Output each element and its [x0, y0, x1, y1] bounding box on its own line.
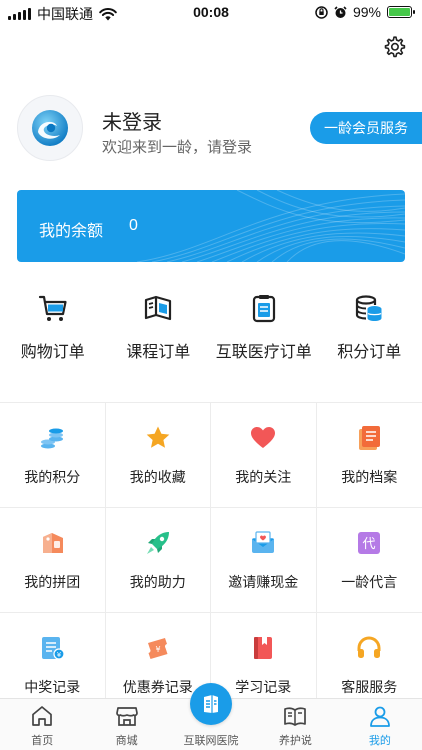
coupon-icon: ¥	[147, 638, 168, 659]
book-icon	[145, 295, 172, 321]
grid-item-endorse[interactable]: 代 一龄代言	[316, 508, 422, 613]
tab-label: 互联网医院	[183, 735, 239, 747]
tab-home[interactable]: 首页	[0, 699, 84, 750]
group-tag-icon	[43, 533, 64, 553]
envelope-icon	[252, 531, 275, 553]
grid-item-group[interactable]: 我的拼团	[0, 508, 106, 613]
tab-label: 商城	[115, 735, 138, 747]
svg-text:¥: ¥	[57, 651, 62, 659]
order-points[interactable]: 积分订单	[317, 288, 422, 368]
feature-grid: 我的积分 我的收藏 我的关注 我的档案 我的拼团 我的助力 邀请赚现金 代 一龄…	[0, 402, 422, 718]
order-shortcuts: 购物订单 课程订单 互联医疗订单 积分订单	[0, 288, 422, 368]
grid-item-favorites[interactable]: 我的收藏	[105, 403, 211, 508]
grid-item-label: 我的助力	[129, 574, 186, 590]
battery-icon	[387, 6, 415, 18]
order-shopping[interactable]: 购物订单	[0, 288, 106, 368]
grid-item-points[interactable]: 我的积分	[0, 403, 106, 508]
hospital-icon	[204, 695, 219, 713]
coins-icon	[356, 295, 382, 321]
balance-amount: 0	[129, 217, 138, 234]
grid-item-label: 邀请赚现金	[228, 574, 299, 590]
open-book-icon	[284, 707, 307, 726]
tab-mine[interactable]: 我的	[338, 699, 422, 750]
grid-item-following[interactable]: 我的关注	[211, 403, 317, 508]
grid-item-label: 中奖记录	[24, 679, 81, 695]
home-icon	[32, 706, 53, 726]
grid-item-label: 一龄代言	[341, 574, 398, 590]
balance-label: 我的余额	[39, 223, 104, 240]
endorse-icon: 代	[358, 532, 381, 554]
rocket-icon	[146, 532, 169, 554]
study-book-icon	[254, 637, 273, 659]
grid-item-label: 我的积分	[24, 469, 81, 485]
tab-label: 我的	[368, 735, 391, 747]
grid-item-boost[interactable]: 我的助力	[105, 508, 211, 613]
svg-text:¥: ¥	[155, 645, 160, 654]
gear-icon[interactable]	[382, 35, 406, 59]
tab-care-talk[interactable]: 养护说	[253, 699, 337, 750]
balance-card[interactable]: 我的余额 0	[17, 190, 405, 262]
user-name[interactable]: 未登录	[102, 106, 162, 135]
hospital-button[interactable]	[190, 683, 233, 725]
store-icon	[115, 707, 138, 726]
tab-bar: 首页 商城 互联网医院 养护说 我的	[0, 683, 422, 750]
member-service-button[interactable]: 一龄会员服务	[310, 112, 422, 144]
headset-icon	[357, 636, 381, 658]
grid-item-label: 我的关注	[235, 469, 292, 485]
tab-store[interactable]: 商城	[84, 699, 168, 750]
grid-item-label: 客服服务	[341, 679, 398, 695]
grid-item-records[interactable]: 我的档案	[316, 403, 422, 508]
tab-hospital[interactable]: 互联网医院	[169, 683, 253, 750]
coins-stack-icon	[41, 428, 64, 449]
tab-label: 养护说	[278, 735, 312, 747]
battery-percent: 99%	[352, 4, 381, 20]
svg-text:代: 代	[363, 537, 376, 552]
tab-label: 首页	[31, 735, 54, 747]
user-icon	[369, 706, 390, 727]
clipboard-icon	[252, 295, 275, 323]
welcome-text[interactable]: 欢迎来到一龄，请登录	[102, 136, 252, 157]
cart-icon	[38, 295, 67, 321]
star-icon	[146, 426, 170, 448]
grid-item-label: 我的档案	[341, 469, 398, 485]
status-bar: 中国联通 00:08 99%	[0, 0, 422, 24]
heart-icon	[251, 427, 276, 448]
alarm-icon	[334, 5, 347, 18]
grid-item-invite[interactable]: 邀请赚现金	[211, 508, 317, 613]
rotation-lock-icon	[315, 5, 328, 19]
order-label: 积分订单	[337, 344, 402, 361]
order-medical[interactable]: 互联医疗订单	[211, 288, 317, 368]
logo-icon	[32, 110, 68, 146]
grid-item-label: 我的收藏	[129, 469, 186, 485]
order-course[interactable]: 课程订单	[106, 288, 212, 368]
grid-item-label: 我的拼团	[24, 574, 81, 590]
avatar[interactable]	[17, 95, 83, 161]
receipt-icon: ¥	[42, 637, 65, 660]
file-icon	[359, 426, 381, 450]
